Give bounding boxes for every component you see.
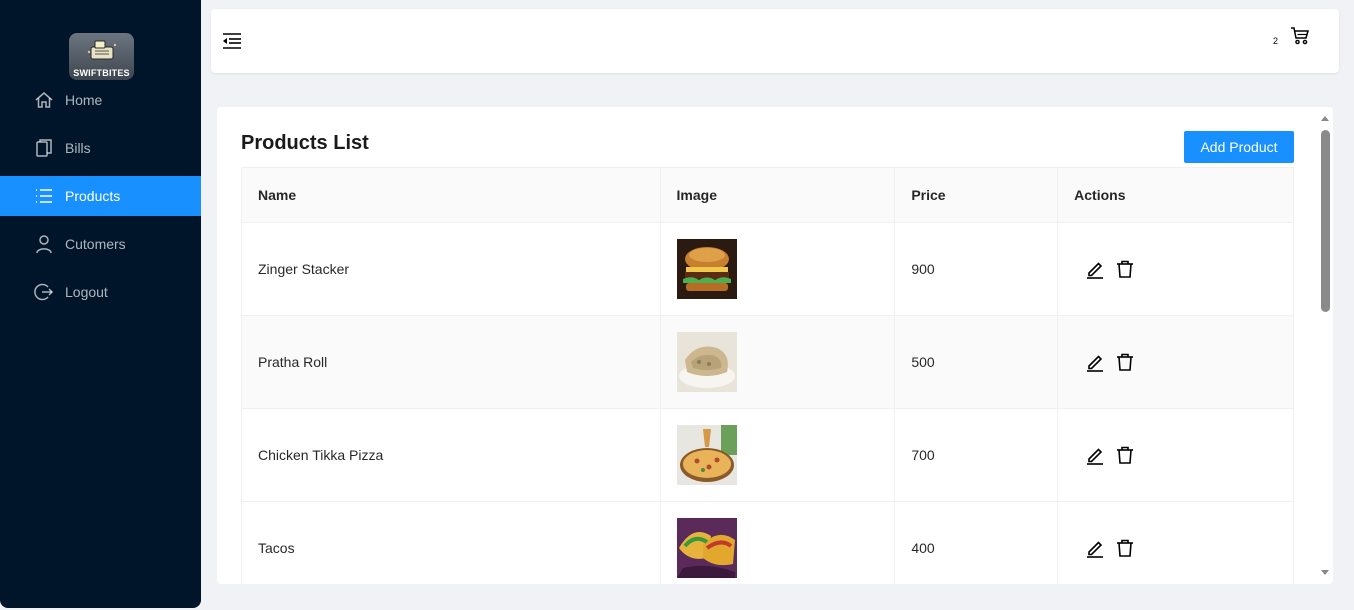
menu-fold-icon[interactable]: [222, 32, 242, 50]
edit-icon[interactable]: [1085, 352, 1105, 372]
scrollbar-thumb[interactable]: [1321, 130, 1330, 312]
edit-icon[interactable]: [1085, 445, 1105, 465]
scroll-up-arrow-icon[interactable]: [1321, 116, 1329, 121]
product-image-cell: [659, 222, 896, 316]
burger-photo: [676, 239, 737, 299]
product-name: Chicken Tikka Pizza: [241, 408, 661, 502]
delete-icon[interactable]: [1115, 259, 1135, 279]
product-name: Pratha Roll: [241, 315, 661, 409]
user-icon: [34, 234, 54, 254]
sidebar-item-customers[interactable]: Cutomers: [0, 224, 201, 264]
column-header-price[interactable]: Price: [894, 167, 1059, 223]
home-icon: [34, 90, 54, 110]
page-title: Products List: [241, 132, 369, 154]
actions-cell: [1057, 222, 1294, 316]
actions-cell: [1057, 408, 1294, 502]
app-logo[interactable]: SWIFTBITES: [69, 33, 134, 80]
product-price: 900: [894, 222, 1059, 316]
delete-icon[interactable]: [1115, 445, 1135, 465]
delete-icon[interactable]: [1115, 538, 1135, 558]
product-name: Zinger Stacker: [241, 222, 661, 316]
sidebar-item-label: Logout: [65, 284, 108, 300]
shopping-cart-icon[interactable]: [1290, 26, 1310, 46]
delete-icon[interactable]: [1115, 352, 1135, 372]
actions-cell: [1057, 315, 1294, 409]
logout-icon: [34, 282, 54, 302]
product-price: 500: [894, 315, 1059, 409]
sidebar-item-label: Bills: [65, 140, 91, 156]
sidebar-item-bills[interactable]: Bills: [0, 128, 201, 168]
list-icon: [34, 186, 54, 206]
sidebar-item-label: Cutomers: [65, 236, 126, 252]
scroll-down-arrow-icon[interactable]: [1321, 570, 1329, 575]
tacos-photo: [676, 518, 737, 578]
logo-text: SWIFTBITES: [73, 68, 130, 78]
sidebar-menu: Home Bills Products Cutomers Logout: [0, 80, 201, 320]
column-header-image[interactable]: Image: [659, 167, 896, 223]
actions-cell: [1057, 501, 1294, 584]
sidebar-item-label: Products: [65, 188, 121, 204]
edit-icon[interactable]: [1085, 538, 1105, 558]
table-row: Pratha Roll 500: [241, 315, 1294, 409]
product-price: 700: [894, 408, 1059, 502]
table-header-row: Name Image Price Actions: [241, 167, 1294, 223]
product-name: Tacos: [241, 501, 661, 584]
top-header: 2: [211, 9, 1339, 73]
sidebar: SWIFTBITES Home Bills Products Cutomers: [0, 0, 201, 608]
column-header-actions[interactable]: Actions: [1057, 167, 1294, 223]
product-price: 400: [894, 501, 1059, 584]
sidebar-item-products[interactable]: Products: [0, 176, 201, 216]
table-row: Zinger Stacker 900: [241, 222, 1294, 316]
cash-register-icon: [87, 40, 117, 60]
column-header-name[interactable]: Name: [241, 167, 661, 223]
bills-icon: [34, 138, 54, 158]
edit-icon[interactable]: [1085, 259, 1105, 279]
paratha-roll-photo: [676, 332, 737, 392]
product-image-cell: [659, 315, 896, 409]
products-card: Products List Add Product Name Image Pri…: [217, 107, 1333, 584]
sidebar-item-label: Home: [65, 92, 103, 108]
table-row: Chicken Tikka Pizza 700: [241, 408, 1294, 502]
product-image-cell: [659, 408, 896, 502]
add-product-button[interactable]: Add Product: [1184, 131, 1294, 163]
vertical-scrollbar[interactable]: [1318, 107, 1332, 584]
product-image-cell: [659, 501, 896, 584]
products-table: Name Image Price Actions Zinger Stacker: [241, 167, 1294, 584]
sidebar-item-logout[interactable]: Logout: [0, 272, 201, 312]
sidebar-item-home[interactable]: Home: [0, 80, 201, 120]
table-row: Tacos 400: [241, 501, 1294, 584]
cart-count-badge: 2: [1273, 36, 1279, 46]
pizza-photo: [676, 425, 737, 485]
